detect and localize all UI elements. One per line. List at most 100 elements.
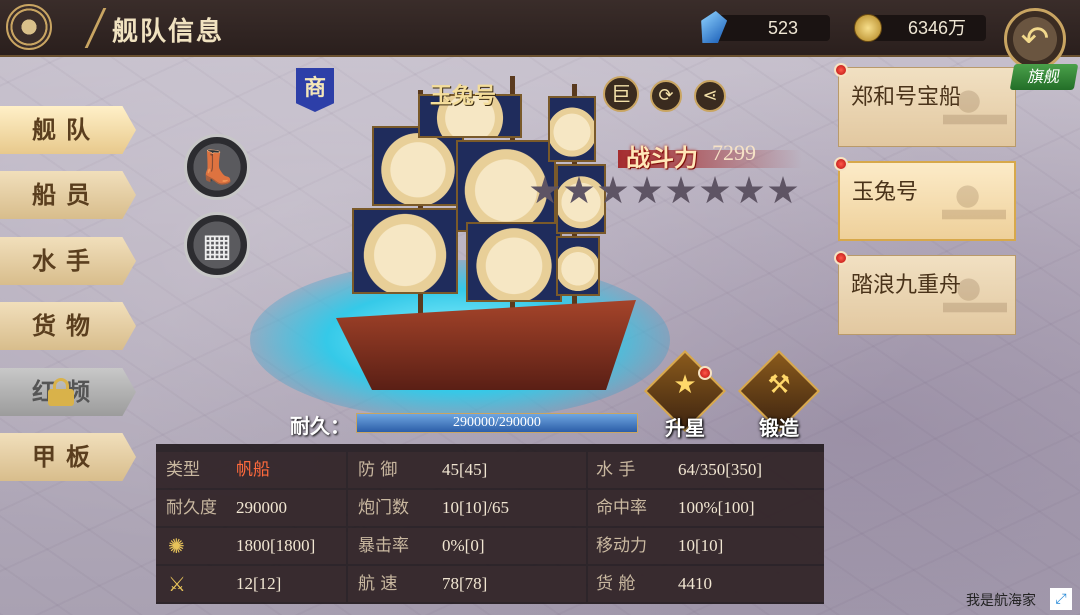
tab-cargo[interactable]: 货物 — [0, 302, 136, 350]
tab-locked[interactable]: 红频 — [0, 368, 136, 416]
stat-label: 防 御 — [358, 460, 398, 480]
star-icon — [768, 176, 798, 204]
size-badge: 巨 — [603, 76, 639, 112]
ship-thumbnail — [943, 76, 1007, 140]
ship-thumbnail — [942, 171, 1006, 235]
gold-count: 6346万 — [907, 18, 966, 38]
stat-crit: 暴击率 0%[0] — [348, 528, 586, 564]
coin-icon — [854, 14, 882, 42]
anvil-icon: ⚒ — [767, 370, 791, 400]
tab-label: 甲板 — [32, 442, 100, 471]
back-arrow-icon[interactable]: ↶ — [1004, 8, 1066, 70]
forge-button[interactable]: ⚒ 锻造 — [737, 349, 821, 440]
notification-dot — [698, 366, 712, 380]
stats-panel: 类型 帆船 耐久度 290000 ✺ 1800[1800] ⚔ 12[12] 防… — [156, 444, 824, 604]
star-icon — [632, 176, 662, 204]
stat-label: 水 手 — [596, 460, 636, 480]
upgrade-star-label: 升星 — [665, 416, 705, 440]
stat-value: 100%[100] — [678, 498, 755, 517]
ship-wheel-icon[interactable] — [6, 4, 52, 50]
stat-value: 10[10] — [678, 536, 724, 555]
notification-dot — [834, 157, 848, 171]
power-label: 战斗力 — [626, 143, 698, 172]
gem-icon — [697, 11, 729, 43]
stat-mobility: 移动力 10[10] — [588, 528, 824, 564]
stat-label: 货 舱 — [596, 574, 636, 594]
stat-value: 64/350[350] — [678, 460, 763, 479]
fleet-ship-card-selected[interactable]: 玉兔号 — [838, 161, 1016, 241]
star-icon — [700, 176, 730, 204]
star-icon — [734, 176, 764, 204]
star-icon — [530, 176, 560, 204]
stat-label: 耐久度 — [166, 498, 217, 518]
tab-label: 货物 — [32, 311, 100, 340]
stat-value: 12[12] — [236, 574, 282, 593]
ship-thumbnail — [943, 264, 1007, 328]
page-title: 舰队信息 — [112, 17, 225, 47]
fleet-ship-name: 玉兔号 — [852, 180, 919, 205]
stat-value: 0%[0] — [442, 536, 485, 555]
stat-cargo: 货 舱 4410 — [588, 566, 824, 602]
stat-sailors: 水 手 64/350[350] — [588, 452, 824, 488]
durability-text: 290000/290000 — [453, 415, 541, 430]
power-value: 7299 — [712, 140, 756, 165]
stat-gunports: 炮门数 10[10]/65 — [348, 490, 586, 526]
ship-name: 玉兔号 — [430, 83, 497, 109]
tab-crew[interactable]: 船员 — [0, 171, 136, 219]
boot-icon[interactable]: 👢 — [184, 134, 250, 200]
durability-label: 耐久： — [290, 414, 350, 438]
stat-label: 炮门数 — [358, 498, 409, 518]
flagship-tag: 旗舰 — [1009, 64, 1079, 90]
stat-speed: 航 速 78[78] — [348, 566, 586, 602]
lock-icon — [48, 378, 74, 406]
top-bar: 舰队信息 523 6346万 — [0, 0, 1080, 57]
tab-label: 船员 — [32, 180, 100, 209]
tab-deck[interactable]: 甲板 — [0, 433, 136, 481]
tab-label: 舰队 — [32, 115, 100, 144]
durability-bar: 290000/290000 — [356, 413, 638, 433]
stat-label: 移动力 — [596, 536, 647, 556]
tab-fleet[interactable]: 舰队 — [0, 106, 136, 154]
fleet-ship-card[interactable]: 踏浪九重舟 — [838, 255, 1016, 335]
stat-durability: 耐久度 290000 — [156, 490, 346, 526]
gem-counter[interactable]: 523 — [712, 15, 830, 41]
star-icon — [598, 176, 628, 204]
crossed-swords-icon: ⚔ — [168, 572, 186, 596]
stat-label: 命中率 — [596, 498, 647, 518]
notification-dot — [834, 251, 848, 265]
merchant-badge: 商 — [296, 68, 334, 112]
cargo-boxes-icon[interactable]: ▦ — [184, 212, 250, 278]
cannon-icon: ✺ — [168, 534, 185, 558]
star-icon — [666, 176, 696, 204]
stat-value: 45[45] — [442, 460, 488, 479]
gem-count: 523 — [767, 18, 798, 38]
refresh-icon[interactable]: ⟳ — [650, 80, 682, 112]
forge-label: 锻造 — [759, 416, 799, 440]
star-rating — [530, 176, 798, 206]
stat-type: 类型 帆船 — [156, 452, 346, 488]
share-icon[interactable]: ⋖ — [694, 80, 726, 112]
stat-value: 78[78] — [442, 574, 488, 593]
upgrade-star-button[interactable]: ★ 升星 — [643, 349, 727, 440]
stat-value: 1800[1800] — [236, 536, 316, 555]
notification-dot — [834, 63, 848, 77]
stat-label: 航 速 — [358, 574, 398, 594]
stat-defense: 防 御 45[45] — [348, 452, 586, 488]
stat-melee: ⚔ 12[12] — [156, 566, 346, 602]
stat-label: 暴击率 — [358, 536, 409, 556]
gold-counter[interactable]: 6346万 — [854, 14, 986, 42]
stat-value: 10[10]/65 — [442, 498, 510, 517]
watermark: 我是航海家 — [966, 593, 1036, 609]
stat-accuracy: 命中率 100%[100] — [588, 490, 824, 526]
tab-label: 水手 — [32, 246, 100, 275]
fleet-ship-card[interactable]: 郑和号宝船 — [838, 67, 1016, 147]
stat-label: 类型 — [166, 460, 200, 480]
stat-value: 4410 — [678, 574, 712, 593]
stat-value: 帆船 — [236, 460, 270, 480]
tab-sailors[interactable]: 水手 — [0, 237, 136, 285]
expand-icon[interactable]: ⤢ — [1050, 588, 1072, 610]
star-icon — [564, 176, 594, 204]
stat-cannon: ✺ 1800[1800] — [156, 528, 346, 564]
stat-value: 290000 — [236, 498, 287, 517]
title-divider — [48, 8, 107, 48]
